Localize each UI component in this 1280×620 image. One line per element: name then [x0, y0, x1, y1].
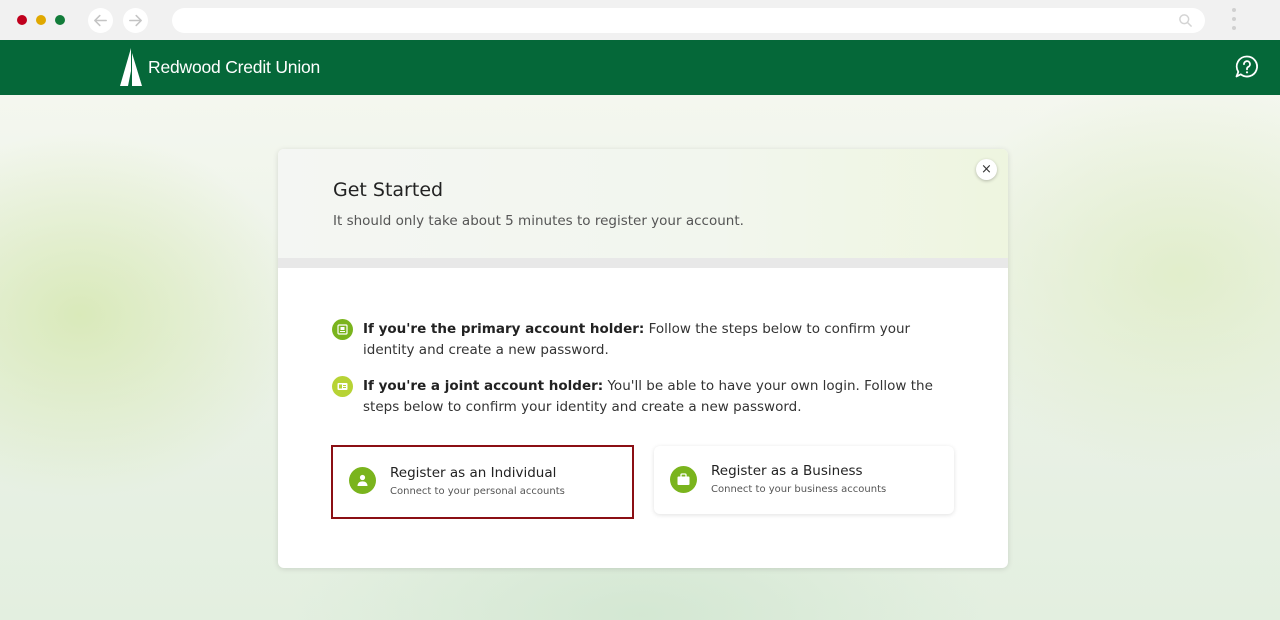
modal-header: Get Started It should only take about 5 … [278, 149, 1008, 258]
window-close-dot[interactable] [17, 15, 27, 25]
briefcase-icon [670, 466, 697, 493]
info-primary-bold: If you're the primary account holder: [363, 321, 645, 337]
redwood-tree-logo-icon [120, 48, 142, 86]
address-bar[interactable] [172, 8, 1205, 33]
window-minimize-dot[interactable] [36, 15, 46, 25]
arrow-left-icon [94, 14, 107, 27]
id-card-icon [332, 319, 353, 340]
joint-id-icon [332, 376, 353, 397]
register-business-button[interactable]: Register as a Business Connect to your b… [654, 446, 954, 514]
register-business-description: Connect to your business accounts [711, 484, 887, 495]
back-button[interactable] [88, 8, 113, 33]
register-business-label: Register as a Business [711, 463, 863, 479]
register-individual-label: Register as an Individual [390, 465, 557, 481]
arrow-right-icon [129, 14, 142, 27]
modal-title: Get Started [333, 179, 444, 201]
kebab-menu-icon[interactable] [1231, 8, 1237, 34]
register-individual-button[interactable]: Register as an Individual Connect to you… [331, 445, 634, 519]
person-icon [349, 467, 376, 494]
forward-button[interactable] [123, 8, 148, 33]
browser-chrome [0, 0, 1280, 40]
close-button[interactable]: × [976, 159, 997, 180]
help-chat-icon[interactable] [1234, 54, 1260, 80]
brand-name: Redwood Credit Union [148, 56, 321, 77]
modal-subtitle: It should only take about 5 minutes to r… [333, 213, 744, 229]
info-joint-bold: If you're a joint account holder: [363, 378, 604, 394]
get-started-modal: Get Started It should only take about 5 … [278, 149, 1008, 568]
brand-logo[interactable]: Redwood Credit Union [119, 47, 320, 87]
info-joint-holder: If you're a joint account holder: You'll… [332, 376, 952, 417]
register-individual-description: Connect to your personal accounts [390, 486, 565, 497]
search-icon[interactable] [1178, 13, 1193, 28]
app-header: Redwood Credit Union [0, 40, 1280, 95]
window-maximize-dot[interactable] [55, 15, 65, 25]
info-primary-holder: If you're the primary account holder: Fo… [332, 319, 952, 360]
modal-divider [278, 258, 1008, 268]
close-icon: × [981, 162, 992, 177]
